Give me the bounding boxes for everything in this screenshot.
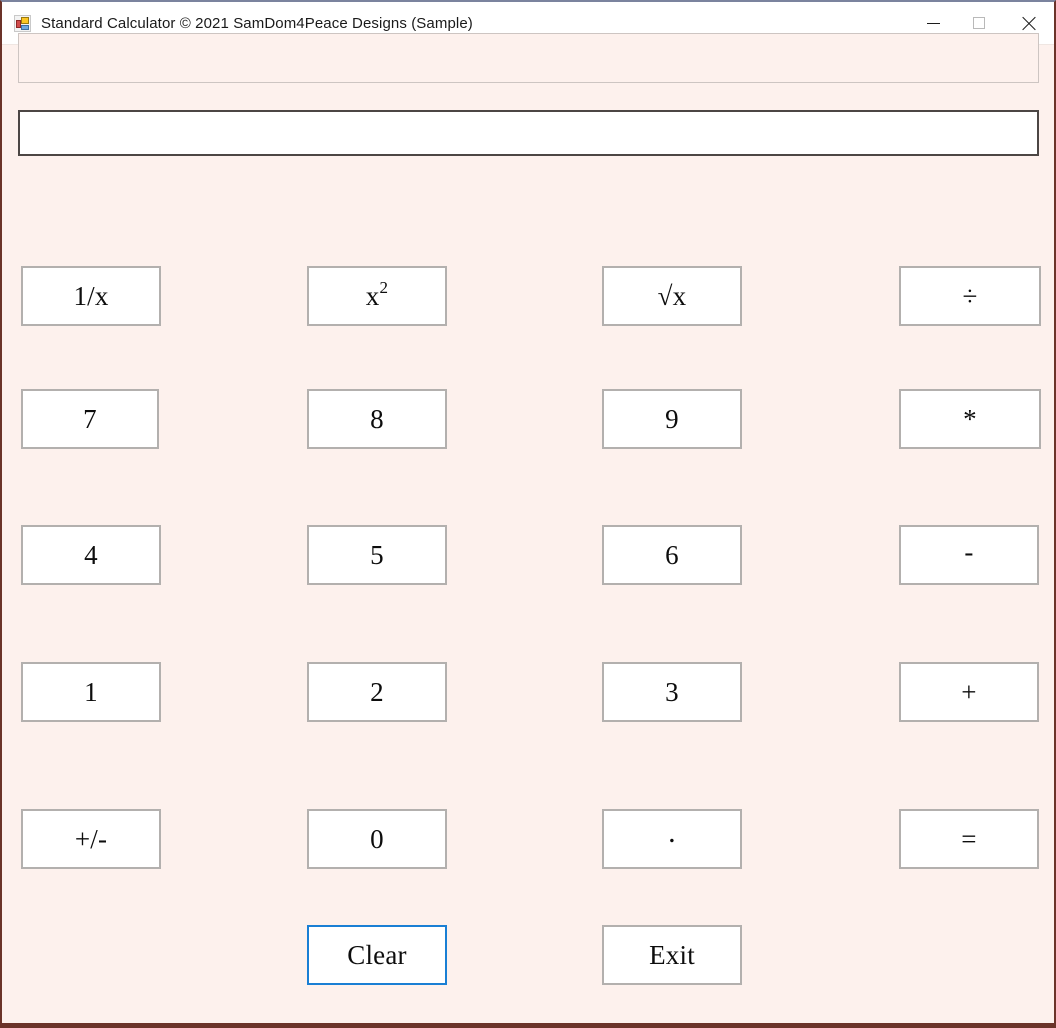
button-label: 1: [84, 676, 98, 707]
button-label: 2: [370, 676, 384, 707]
icon-square-yellow: [21, 16, 29, 24]
button-label: 0: [370, 823, 384, 854]
button-label: 1/x: [73, 280, 109, 311]
digit-9-button[interactable]: 9: [602, 389, 742, 449]
button-label: x: [365, 280, 380, 311]
button-label: -: [964, 536, 974, 567]
digit-2-button[interactable]: 2: [307, 662, 447, 722]
square-button[interactable]: x2: [307, 266, 447, 326]
button-label: 9: [665, 403, 679, 434]
digit-1-button[interactable]: 1: [21, 662, 161, 722]
add-button[interactable]: +: [899, 662, 1039, 722]
button-label: Clear: [347, 939, 407, 970]
minimize-icon: [926, 22, 940, 24]
calculator-window: Standard Calculator © 2021 SamDom4Peace …: [0, 0, 1056, 1028]
digit-7-button[interactable]: 7: [21, 389, 159, 449]
button-label: 8: [370, 403, 384, 434]
button-label: 7: [83, 403, 97, 434]
button-label: √x: [657, 280, 687, 311]
digit-6-button[interactable]: 6: [602, 525, 742, 585]
digit-3-button[interactable]: 3: [602, 662, 742, 722]
button-label: =: [961, 823, 977, 854]
button-label: *: [963, 403, 977, 434]
window-title: Standard Calculator © 2021 SamDom4Peace …: [41, 14, 473, 32]
keypad: 1/x x 2 √x ÷ 7 8 9 * 4 5 6 - 1 2 3 + +/- 0. = Clear Exit: [2, 44, 1054, 1023]
digit-8-button[interactable]: 8: [307, 389, 447, 449]
button-label: Exit: [649, 939, 695, 970]
button-label: +/-: [74, 823, 108, 854]
winforms-app-icon: [14, 14, 31, 32]
divide-button[interactable]: ÷: [899, 266, 1041, 326]
decimal-point-button[interactable]: .: [602, 809, 742, 869]
subtract-button[interactable]: -: [899, 525, 1039, 585]
maximize-icon: [973, 17, 985, 29]
multiply-button[interactable]: *: [899, 389, 1041, 449]
button-label: .: [668, 816, 676, 849]
clear-button[interactable]: Clear: [307, 925, 447, 985]
button-label: 5: [370, 539, 384, 570]
button-label: 4: [84, 539, 98, 570]
button-label: 3: [665, 676, 679, 707]
icon-square-blue: [21, 24, 29, 30]
reciprocal-button[interactable]: 1/x: [21, 266, 161, 326]
button-label: +: [961, 676, 977, 707]
digit-5-button[interactable]: 5: [307, 525, 447, 585]
close-icon: [1021, 16, 1036, 31]
square-root-button[interactable]: √x: [602, 266, 742, 326]
digit-4-button[interactable]: 4: [21, 525, 161, 585]
digit-0-button[interactable]: 0: [307, 809, 447, 869]
equals-button[interactable]: =: [899, 809, 1039, 869]
exit-button[interactable]: Exit: [602, 925, 742, 985]
button-label: 6: [665, 539, 679, 570]
sign-toggle-button[interactable]: +/-: [21, 809, 161, 869]
button-label: ÷: [962, 280, 978, 311]
